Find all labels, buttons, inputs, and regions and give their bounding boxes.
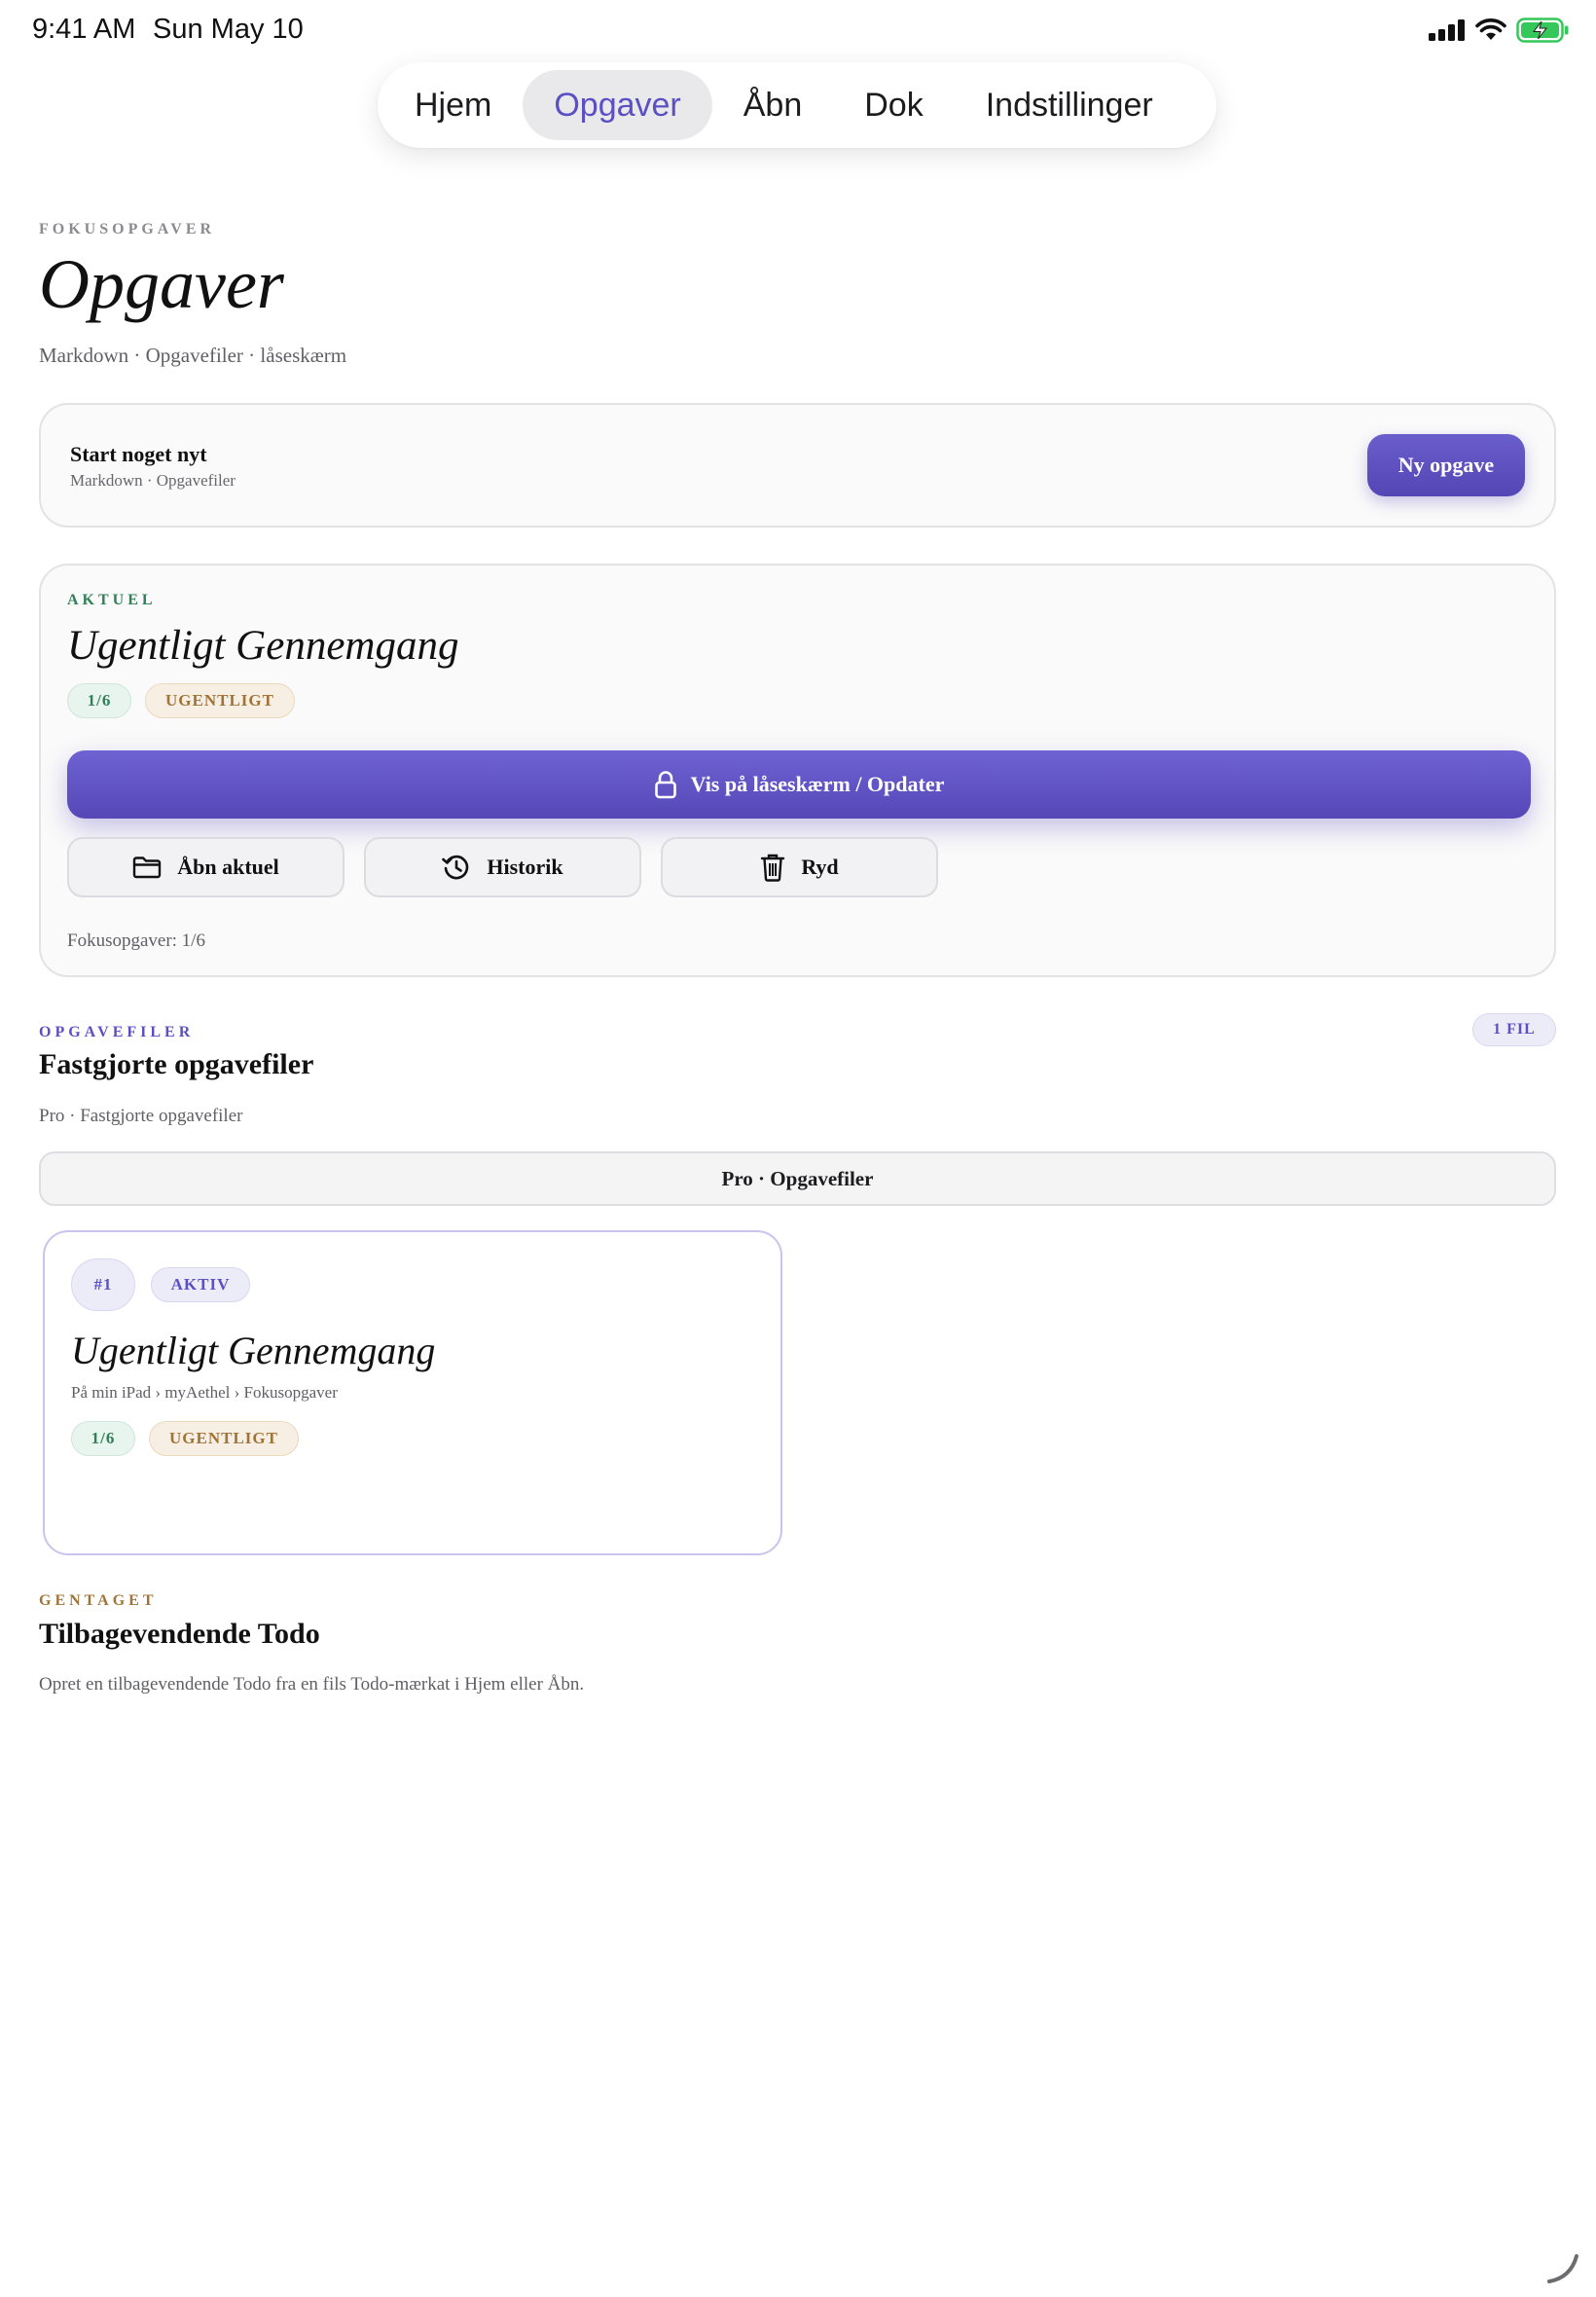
recurring-title: Tilbagevendende Todo — [39, 1618, 320, 1650]
task-files-title: Fastgjorte opgavefiler — [39, 1048, 314, 1080]
history-label: Historik — [487, 855, 563, 879]
clear-button[interactable]: Ryd — [661, 837, 938, 897]
file-frequency-badge: UGENTLIGT — [149, 1421, 299, 1456]
page-title: Opgaver — [39, 245, 284, 323]
file-progress-badge: 1/6 — [71, 1421, 135, 1456]
cellular-signal-icon — [1429, 19, 1465, 41]
history-icon — [442, 855, 469, 880]
battery-charging-icon — [1516, 18, 1569, 43]
progress-badge: 1/6 — [67, 683, 131, 718]
page-subtitle: Markdown · Opgavefiler · låseskærm — [39, 344, 347, 367]
open-current-button[interactable]: Åbn aktuel — [67, 837, 345, 897]
recurring-eyebrow: GENTAGET — [39, 1592, 158, 1609]
file-title: Ugentligt Gennemgang — [71, 1329, 436, 1372]
task-files-subtitle: Pro · Fastgjorte opgavefiler — [39, 1106, 243, 1126]
corner-indicator-icon — [1547, 2254, 1578, 2283]
focus-tasks-count: Fokusopgaver: 1/6 — [67, 930, 205, 951]
current-task-title: Ugentligt Gennemgang — [67, 623, 459, 669]
lock-icon — [654, 771, 676, 799]
file-status-badge: AKTIV — [151, 1267, 250, 1302]
tab-indstillinger[interactable]: Indstillinger — [955, 70, 1184, 140]
status-icons — [1429, 18, 1569, 43]
status-bar: 9:41 AM Sun May 10 — [0, 0, 1596, 60]
start-new-card: Start noget nyt Markdown · Opgavefiler N… — [39, 403, 1556, 528]
show-on-lock-screen-button[interactable]: Vis på låseskærm / Opdater — [67, 750, 1531, 819]
file-index-badge: #1 — [71, 1258, 135, 1311]
history-button[interactable]: Historik — [364, 837, 641, 897]
start-new-subtitle: Markdown · Opgavefiler — [70, 471, 236, 490]
task-file-card[interactable]: #1 AKTIV Ugentligt Gennemgang På min iPa… — [43, 1230, 782, 1555]
tab-bar: Hjem Opgaver Åbn Dok Indstillinger — [378, 62, 1216, 148]
recurring-description: Opret en tilbagevendende Todo fra en fil… — [39, 1674, 585, 1695]
file-count-badge: 1 FIL — [1472, 1013, 1556, 1046]
tab-opgaver[interactable]: Opgaver — [523, 70, 712, 140]
task-files-eyebrow: OPGAVEFILER — [39, 1024, 195, 1040]
status-date: Sun May 10 — [153, 14, 304, 45]
frequency-badge: UGENTLIGT — [145, 683, 295, 718]
current-task-card: AKTUEL Ugentligt Gennemgang 1/6 UGENTLIG… — [39, 564, 1556, 977]
file-path: På min iPad › myAethel › Fokusopgaver — [71, 1383, 338, 1402]
status-time: 9:41 AM — [32, 14, 136, 45]
open-current-label: Åbn aktuel — [177, 855, 279, 879]
show-on-lock-screen-label: Vis på låseskærm / Opdater — [690, 772, 945, 796]
clear-label: Ryd — [801, 855, 839, 879]
pro-task-files-button[interactable]: Pro · Opgavefiler — [39, 1151, 1556, 1206]
folder-icon — [133, 857, 162, 879]
trash-icon — [761, 854, 785, 882]
page-eyebrow: FOKUSOPGAVER — [39, 221, 216, 237]
new-task-button[interactable]: Ny opgave — [1367, 434, 1525, 496]
tab-hjem[interactable]: Hjem — [383, 70, 523, 140]
wifi-icon — [1475, 18, 1506, 40]
tab-dok[interactable]: Dok — [833, 70, 954, 140]
start-new-title: Start noget nyt — [70, 442, 207, 466]
tab-abn[interactable]: Åbn — [712, 70, 834, 140]
current-eyebrow: AKTUEL — [67, 592, 157, 608]
